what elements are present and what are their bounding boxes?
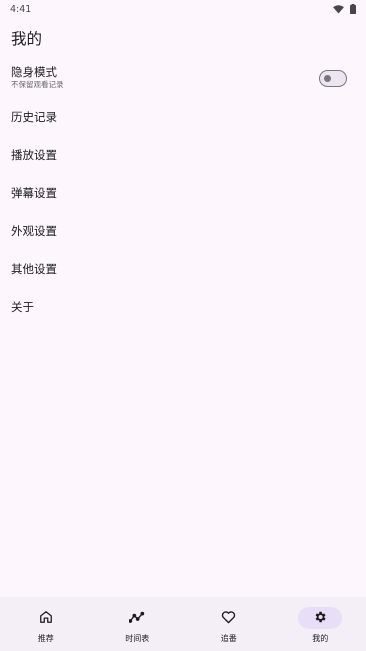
nav-icon-container xyxy=(24,607,68,629)
nav-item-recommend[interactable]: 推荐 xyxy=(0,597,92,651)
nav-active-indicator xyxy=(298,607,343,629)
nav-label: 追番 xyxy=(220,634,237,643)
menu-item-label: 外观设置 xyxy=(11,224,57,238)
settings-list: 隐身模式 不保留观看记录 历史记录 播放设置 弹幕设置 外观设置 其他设置 关于 xyxy=(0,56,366,326)
menu-item-about[interactable]: 关于 xyxy=(0,288,366,326)
timeline-icon xyxy=(128,609,145,628)
menu-item-history[interactable]: 历史记录 xyxy=(0,98,366,136)
menu-item-label: 弹幕设置 xyxy=(11,186,57,200)
home-icon xyxy=(39,609,53,628)
menu-item-label: 其他设置 xyxy=(11,262,57,276)
nav-label: 我的 xyxy=(312,634,329,643)
menu-item-appearance-settings[interactable]: 外观设置 xyxy=(0,212,366,250)
gear-icon xyxy=(313,609,327,628)
nav-label: 推荐 xyxy=(37,634,54,643)
menu-item-danmaku-settings[interactable]: 弹幕设置 xyxy=(0,174,366,212)
incognito-subtitle: 不保留观看记录 xyxy=(11,80,64,89)
nav-icon-container xyxy=(207,607,251,629)
nav-item-mine[interactable]: 我的 xyxy=(275,597,366,651)
menu-item-playback-settings[interactable]: 播放设置 xyxy=(0,136,366,174)
nav-item-timeline[interactable]: 时间表 xyxy=(92,597,184,651)
nav-label: 时间表 xyxy=(125,634,150,643)
incognito-toggle[interactable] xyxy=(319,70,347,87)
incognito-title: 隐身模式 xyxy=(11,65,57,79)
menu-item-label: 关于 xyxy=(11,300,34,314)
nav-icon-container xyxy=(115,607,159,629)
menu-item-label: 历史记录 xyxy=(11,110,57,124)
status-bar: 4:41 xyxy=(0,0,366,18)
nav-item-following[interactable]: 追番 xyxy=(183,597,275,651)
screen: 4:41 我的 隐身模式 不保留观看记录 历史记录 播放设置 弹幕设置 外观设置… xyxy=(0,0,366,651)
bottom-nav: 推荐 时间表 追番 我的 xyxy=(0,597,366,651)
wifi-icon xyxy=(333,4,344,14)
incognito-setting[interactable]: 隐身模式 不保留观看记录 xyxy=(0,56,366,98)
battery-icon xyxy=(350,4,356,14)
status-time: 4:41 xyxy=(10,3,32,15)
heart-icon xyxy=(221,609,236,628)
toggle-knob xyxy=(324,74,331,82)
menu-item-label: 播放设置 xyxy=(11,148,57,162)
status-icons xyxy=(333,4,356,14)
page-title: 我的 xyxy=(11,30,43,48)
menu-item-other-settings[interactable]: 其他设置 xyxy=(0,250,366,288)
